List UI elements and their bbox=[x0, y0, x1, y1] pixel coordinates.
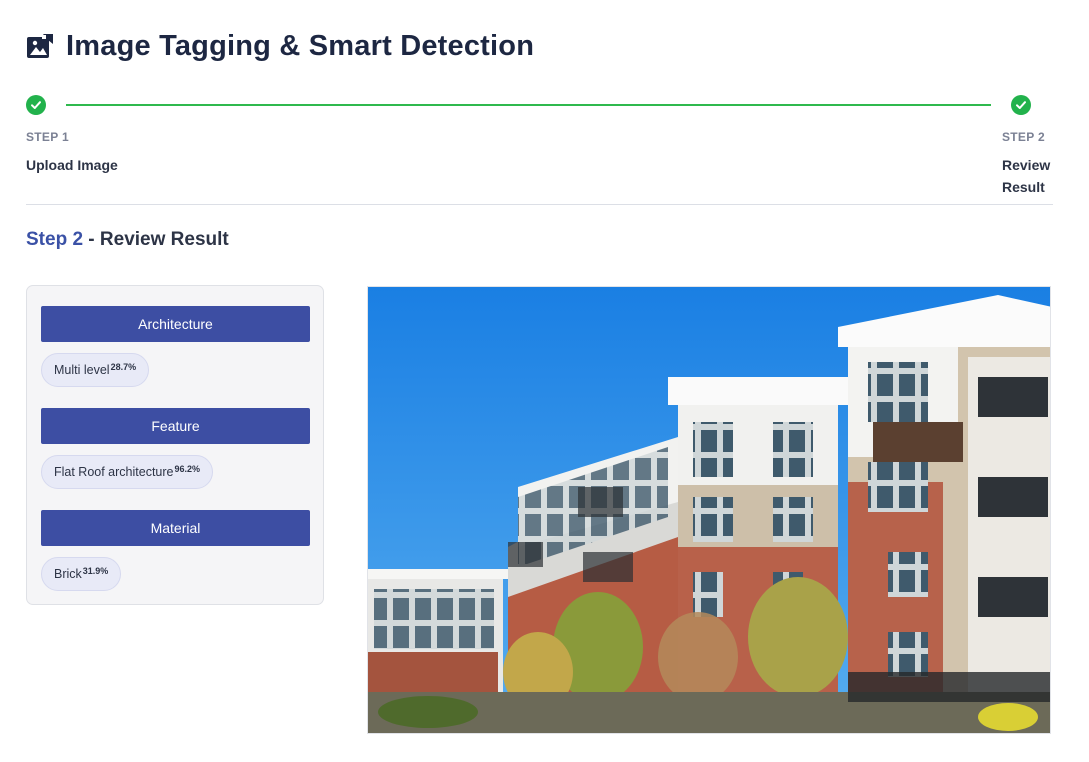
step-1-check-icon bbox=[26, 95, 46, 115]
category-label: Material bbox=[150, 520, 201, 536]
tag-chip-flat-roof[interactable]: Flat Roof architecture 96.2% bbox=[41, 455, 214, 489]
tag-confidence: 96.2% bbox=[174, 464, 201, 474]
uploaded-image bbox=[367, 286, 1051, 734]
page-title: Image Tagging & Smart Detection bbox=[66, 30, 535, 62]
step-1-name: Upload Image bbox=[26, 157, 118, 173]
step-1-number: STEP 1 bbox=[26, 130, 69, 144]
tag-confidence: 28.7% bbox=[110, 362, 137, 372]
tags-panel: Architecture Multi level 28.7% Feature Fl… bbox=[26, 285, 324, 605]
category-architecture[interactable]: Architecture bbox=[41, 306, 310, 342]
step-connector bbox=[66, 104, 991, 106]
tag-label: Brick bbox=[54, 567, 82, 581]
step-2-check-icon bbox=[1011, 95, 1031, 115]
divider bbox=[26, 204, 1053, 205]
progress-stepper: STEP 1 Upload Image STEP 2 Review Result bbox=[26, 94, 1050, 198]
category-label: Architecture bbox=[138, 316, 213, 332]
section-separator: - bbox=[83, 229, 100, 250]
step-2-name: Review Result bbox=[1002, 157, 1051, 195]
tag-confidence: 31.9% bbox=[82, 566, 109, 576]
step-2-number: STEP 2 bbox=[1002, 130, 1045, 144]
category-material[interactable]: Material bbox=[41, 510, 310, 546]
category-feature[interactable]: Feature bbox=[41, 408, 310, 444]
tag-label: Flat Roof architecture bbox=[54, 465, 174, 479]
category-label: Feature bbox=[151, 418, 200, 434]
page-header: Image Tagging & Smart Detection bbox=[26, 30, 534, 63]
section-title: Step 2 - Review Result bbox=[26, 229, 229, 251]
section-step-label: Step 2 bbox=[26, 229, 84, 250]
tag-chip-multi-level[interactable]: Multi level 28.7% bbox=[41, 353, 150, 387]
section-title-text: Review Result bbox=[99, 229, 229, 250]
tag-chip-brick[interactable]: Brick 31.9% bbox=[41, 557, 122, 591]
image-tag-icon bbox=[27, 33, 53, 58]
tag-label: Multi level bbox=[54, 363, 110, 377]
apartment-building-photo bbox=[368, 287, 1050, 733]
